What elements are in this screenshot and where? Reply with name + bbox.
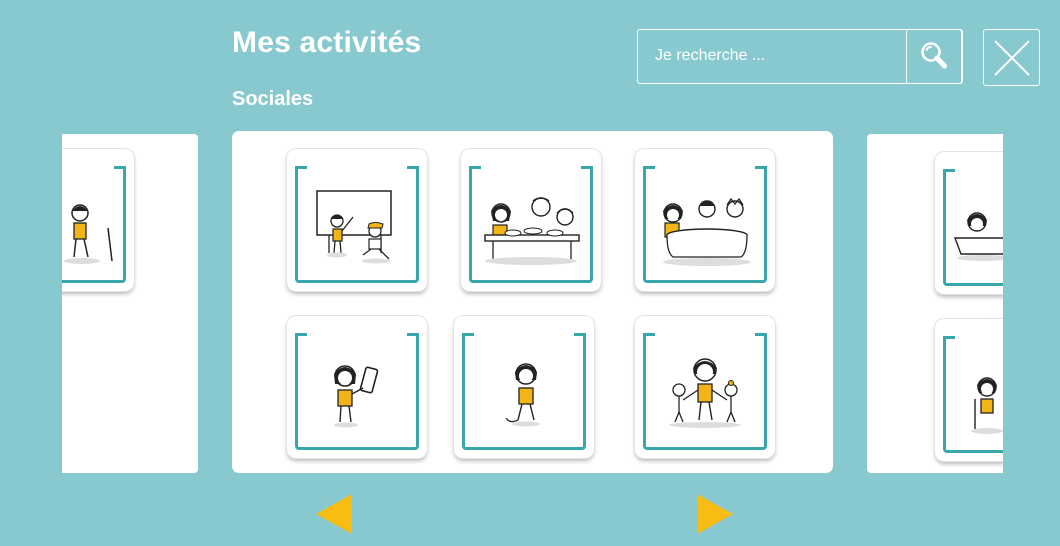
next-activities-page[interactable]	[867, 134, 1003, 473]
activity-card[interactable]	[287, 149, 427, 291]
arrow-left-icon[interactable]	[316, 494, 352, 534]
close-button[interactable]	[983, 29, 1040, 86]
close-icon	[993, 39, 1030, 76]
activity-card[interactable]	[635, 149, 775, 291]
person-bathtub-illustration	[953, 212, 1003, 261]
previous-activities-page[interactable]	[62, 134, 198, 473]
search-button[interactable]	[905, 28, 963, 84]
person-phone-illustration	[334, 365, 379, 428]
activities-page	[232, 131, 833, 473]
activity-card-next[interactable]	[935, 319, 1003, 461]
person-sitting-illustration	[64, 204, 113, 264]
group-table-illustration	[663, 197, 751, 266]
family-meal-illustration	[484, 197, 580, 265]
activity-card[interactable]	[454, 316, 594, 458]
arrow-right-icon[interactable]	[697, 494, 733, 534]
person-sitting-illustration	[971, 377, 1003, 434]
activity-card-prev[interactable]	[62, 149, 134, 291]
person-walking-illustration	[505, 363, 540, 427]
activity-card[interactable]	[287, 316, 427, 458]
activity-card[interactable]	[635, 316, 775, 458]
parent-children-illustration	[669, 358, 741, 428]
teacher-whiteboard-illustration	[316, 190, 392, 264]
search-input[interactable]	[638, 30, 906, 82]
activity-card[interactable]	[461, 149, 601, 291]
page-title: Mes activités	[232, 26, 422, 59]
activity-card-next[interactable]	[935, 152, 1003, 294]
search-icon	[921, 42, 947, 69]
search-box	[637, 28, 963, 84]
category-title: Sociales	[232, 88, 314, 110]
